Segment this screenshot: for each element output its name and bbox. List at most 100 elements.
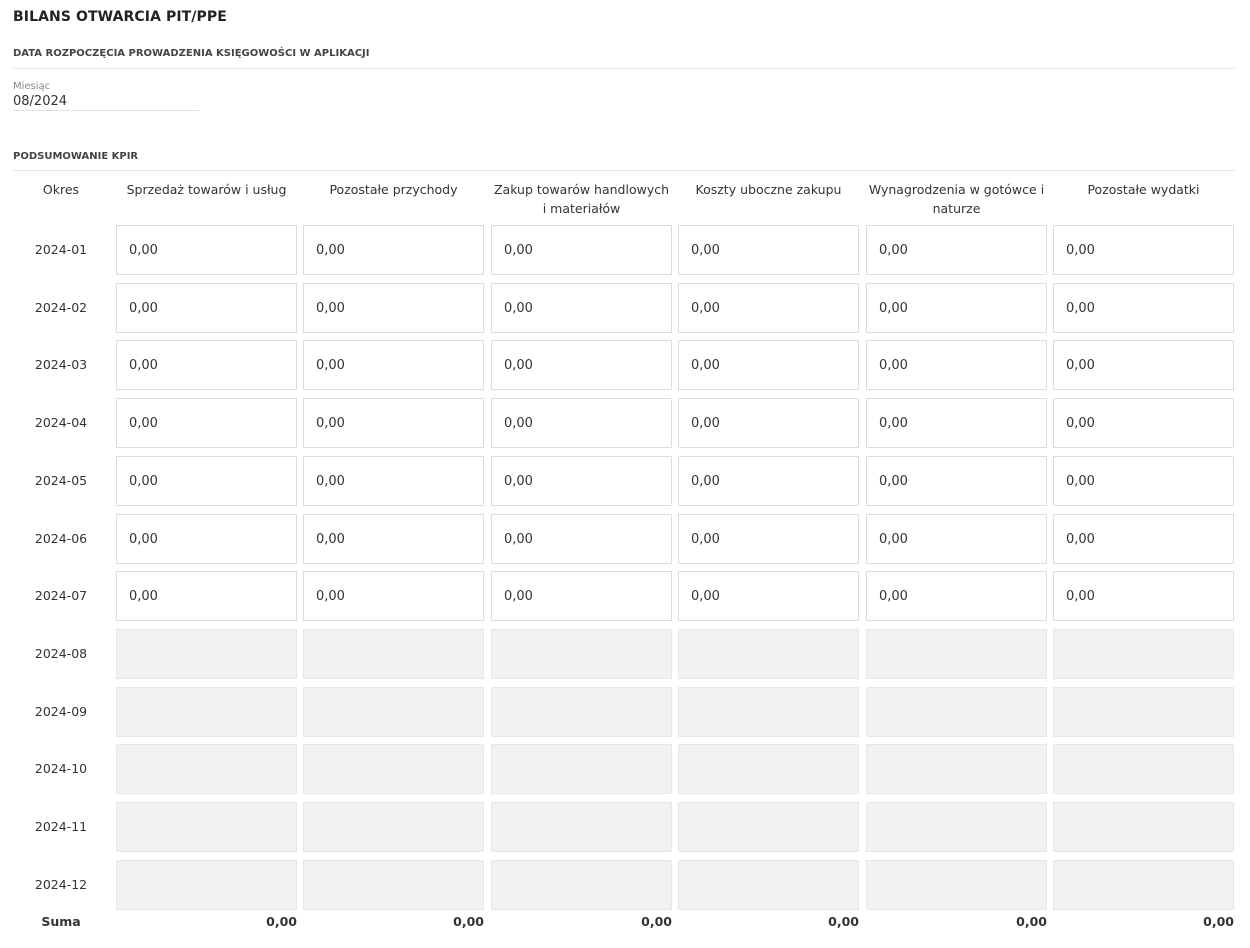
amount-input-goods-purchase [491,802,672,852]
amount-input-salaries[interactable] [866,514,1047,564]
period-label: 2024-10 [34,761,88,776]
amount-input-other-expenses[interactable] [1053,340,1234,390]
amount-input-sales [116,802,297,852]
amount-input-incidental-costs[interactable] [678,571,859,621]
column-header-other-income: Pozostałe przychody [329,182,458,197]
amount-input-other-income[interactable] [303,225,484,275]
section-divider [13,170,1235,171]
amount-input-other-expenses[interactable] [1053,283,1234,333]
amount-input-sales[interactable] [116,514,297,564]
amount-input-sales[interactable] [116,340,297,390]
period-label: 2024-01 [34,242,88,257]
amount-input-salaries[interactable] [866,571,1047,621]
amount-input-other-income [303,629,484,679]
sum-value-other-income: 0,00 [453,914,484,929]
column-header-incidental-costs: Koszty uboczne zakupu [695,182,842,197]
column-header-sales: Sprzedaż towarów i usług [126,182,287,197]
amount-input-other-income[interactable] [303,283,484,333]
amount-input-salaries [866,744,1047,794]
month-input[interactable] [13,92,199,111]
sum-value-goods-purchase: 0,00 [641,914,672,929]
amount-input-salaries [866,802,1047,852]
amount-input-sales [116,629,297,679]
amount-input-other-income [303,687,484,737]
amount-input-other-expenses [1053,744,1234,794]
amount-input-other-income[interactable] [303,456,484,506]
period-label: 2024-11 [34,819,88,834]
amount-input-salaries[interactable] [866,225,1047,275]
sum-label: Suma [41,914,81,929]
amount-input-other-income [303,860,484,910]
amount-input-goods-purchase[interactable] [491,225,672,275]
month-label: Miesiąc [13,81,51,92]
amount-input-sales[interactable] [116,225,297,275]
amount-input-salaries[interactable] [866,398,1047,448]
amount-input-incidental-costs [678,860,859,910]
period-label: 2024-03 [34,357,88,372]
sum-value-sales: 0,00 [266,914,297,929]
amount-input-other-income [303,802,484,852]
amount-input-goods-purchase[interactable] [491,340,672,390]
amount-input-salaries[interactable] [866,456,1047,506]
amount-input-goods-purchase[interactable] [491,571,672,621]
amount-input-salaries[interactable] [866,283,1047,333]
amount-input-sales [116,860,297,910]
amount-input-salaries[interactable] [866,340,1047,390]
amount-input-goods-purchase [491,744,672,794]
amount-input-other-income[interactable] [303,398,484,448]
amount-input-sales[interactable] [116,283,297,333]
amount-input-other-expenses [1053,860,1234,910]
column-header-goods-purchase: Zakup towarów handlowych i materiałów [493,182,670,216]
column-header-period: Okres [42,182,80,197]
amount-input-other-expenses [1053,629,1234,679]
amount-input-sales[interactable] [116,456,297,506]
sum-value-incidental-costs: 0,00 [828,914,859,929]
amount-input-incidental-costs[interactable] [678,514,859,564]
amount-input-goods-purchase[interactable] [491,456,672,506]
sum-value-salaries: 0,00 [1016,914,1047,929]
amount-input-incidental-costs[interactable] [678,456,859,506]
amount-input-sales[interactable] [116,398,297,448]
amount-input-goods-purchase [491,629,672,679]
amount-input-incidental-costs[interactable] [678,340,859,390]
start-date-section-title: DATA ROZPOCZĘCIA PROWADZENIA KSIĘGOWOŚCI… [13,48,370,59]
column-header-salaries: Wynagrodzenia w gotówce i naturze [868,182,1045,216]
amount-input-salaries [866,629,1047,679]
amount-input-salaries [866,860,1047,910]
section-divider [13,68,1235,69]
amount-input-other-expenses[interactable] [1053,456,1234,506]
period-label: 2024-04 [34,415,88,430]
amount-input-sales [116,687,297,737]
amount-input-other-income [303,744,484,794]
amount-input-other-expenses[interactable] [1053,225,1234,275]
amount-input-other-income[interactable] [303,571,484,621]
amount-input-goods-purchase[interactable] [491,514,672,564]
amount-input-sales [116,744,297,794]
amount-input-salaries [866,687,1047,737]
amount-input-other-income[interactable] [303,514,484,564]
period-label: 2024-07 [34,588,88,603]
amount-input-goods-purchase[interactable] [491,283,672,333]
amount-input-incidental-costs[interactable] [678,398,859,448]
amount-input-goods-purchase[interactable] [491,398,672,448]
period-label: 2024-02 [34,300,88,315]
page-title: BILANS OTWARCIA PIT/PPE [13,9,227,25]
period-label: 2024-12 [34,877,88,892]
amount-input-sales[interactable] [116,571,297,621]
amount-input-other-expenses [1053,802,1234,852]
amount-input-goods-purchase [491,687,672,737]
amount-input-other-expenses[interactable] [1053,571,1234,621]
amount-input-other-expenses [1053,687,1234,737]
sum-value-other-expenses: 0,00 [1203,914,1234,929]
amount-input-incidental-costs[interactable] [678,225,859,275]
amount-input-incidental-costs [678,744,859,794]
amount-input-incidental-costs[interactable] [678,283,859,333]
period-label: 2024-05 [34,473,88,488]
column-header-other-expenses: Pozostałe wydatki [1087,182,1200,197]
amount-input-other-expenses[interactable] [1053,514,1234,564]
amount-input-incidental-costs [678,687,859,737]
amount-input-other-expenses[interactable] [1053,398,1234,448]
amount-input-goods-purchase [491,860,672,910]
amount-input-other-income[interactable] [303,340,484,390]
period-label: 2024-06 [34,531,88,546]
